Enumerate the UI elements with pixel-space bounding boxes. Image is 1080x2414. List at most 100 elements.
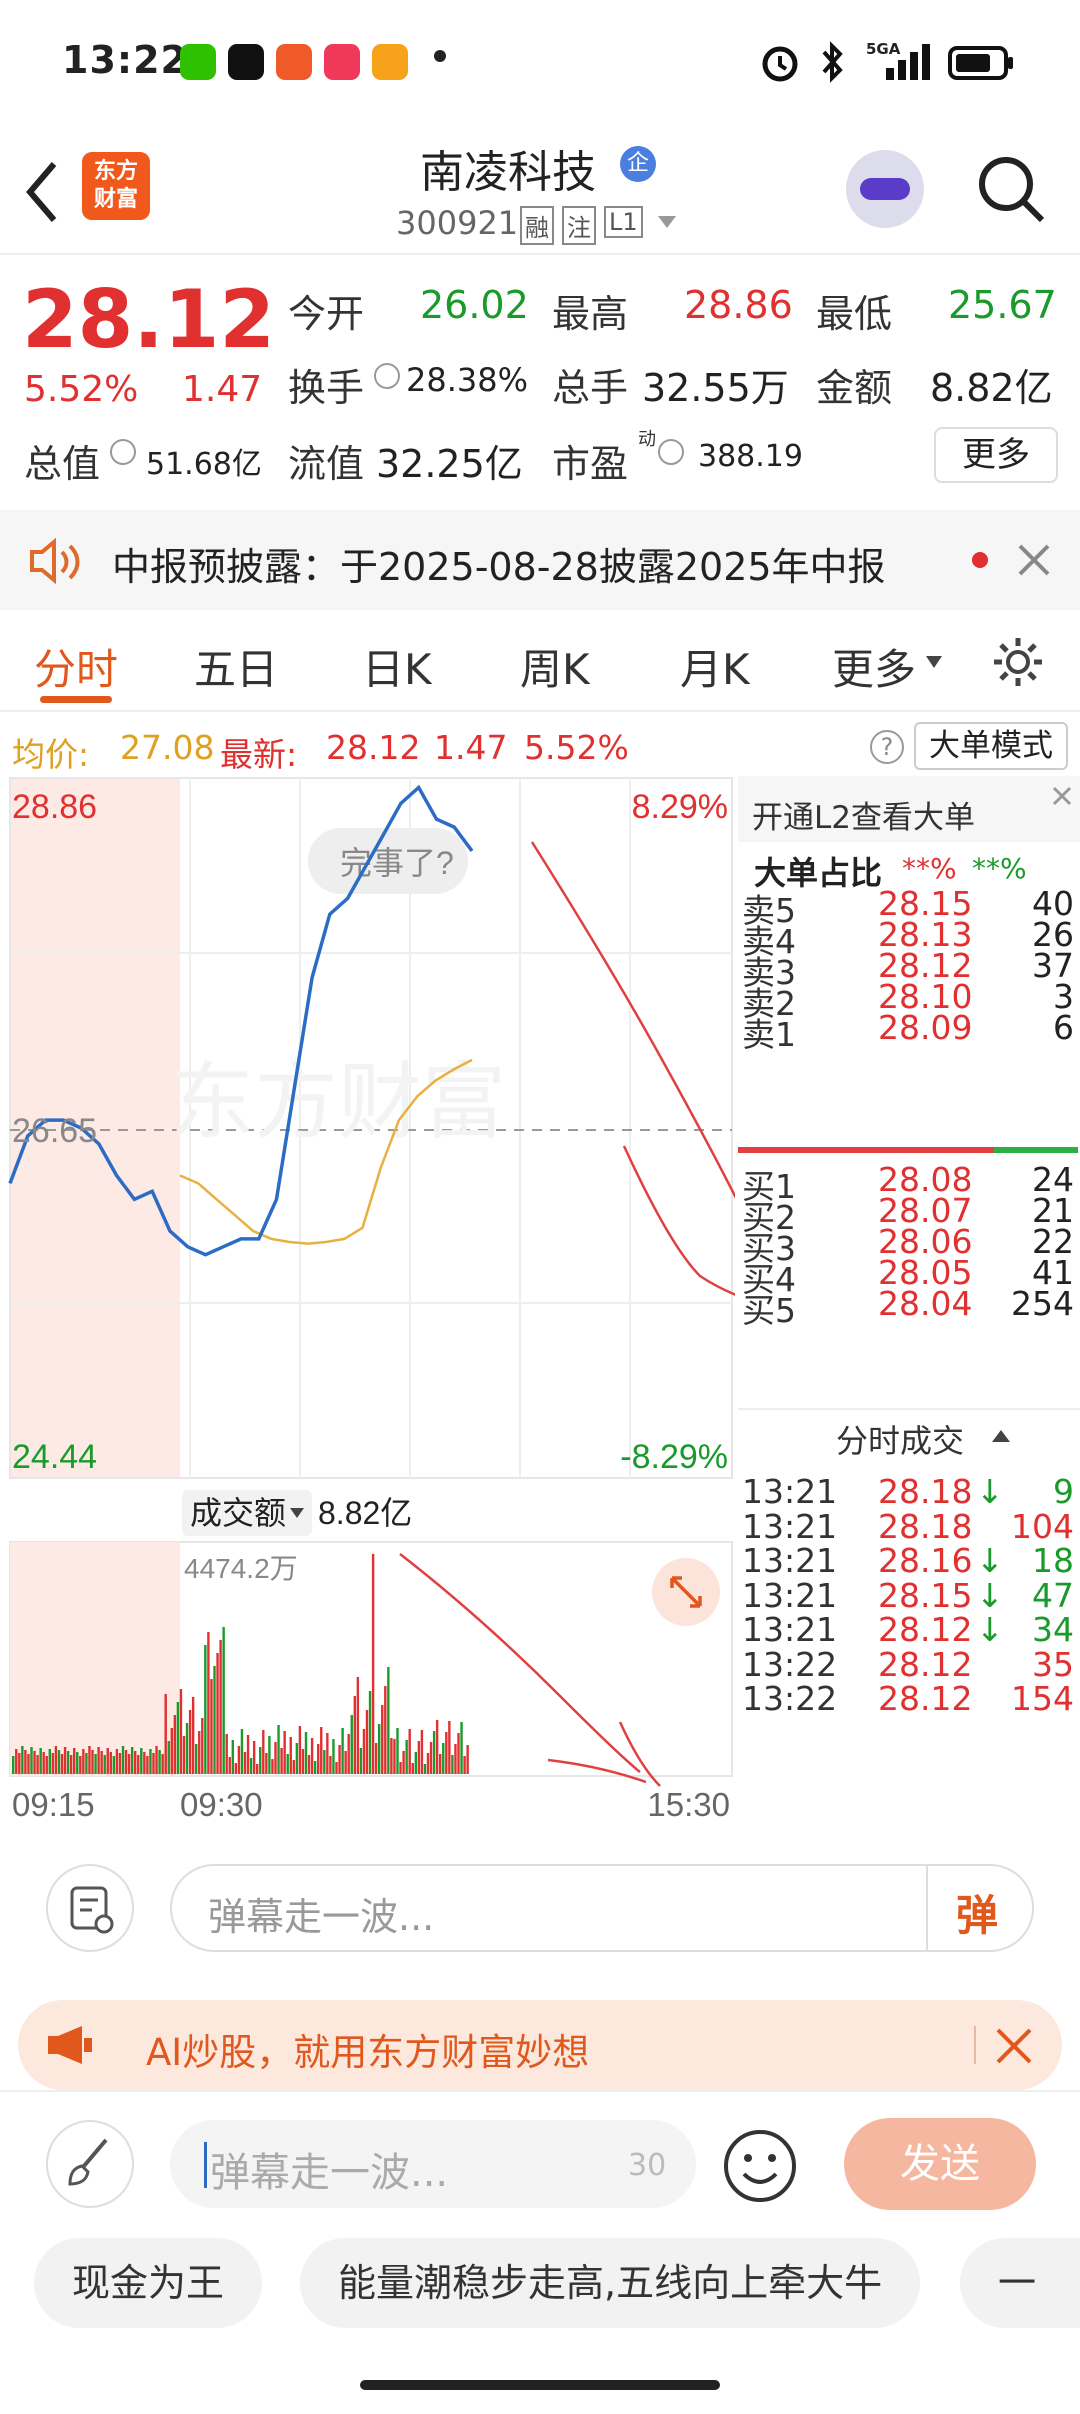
app-logo[interactable]: 东方 财富 — [82, 152, 150, 220]
volume-bar — [39, 1748, 42, 1774]
volume-bar — [301, 1749, 305, 1774]
ai-ad-banner[interactable]: AI炒股，就用东方财富妙想 — [18, 2000, 1062, 2090]
volume-bar — [341, 1728, 344, 1774]
volume-bar — [310, 1738, 314, 1774]
tab-daily-k[interactable]: 日K — [362, 636, 432, 697]
info-icon[interactable] — [658, 439, 684, 465]
comment-input[interactable]: 弹幕走一波... 30 — [170, 2120, 696, 2208]
info-icon[interactable] — [110, 439, 136, 465]
volume-bar — [115, 1749, 119, 1774]
settings-gear-icon[interactable] — [990, 634, 1046, 690]
tab-intraday[interactable]: 分时 — [34, 636, 118, 697]
ask-volume: 6 — [1053, 1008, 1074, 1047]
volume-bar — [130, 1747, 134, 1774]
close-icon[interactable] — [1016, 542, 1052, 578]
volume-bar — [210, 1679, 213, 1774]
volume-bar — [252, 1741, 256, 1774]
volume-bar — [60, 1754, 64, 1774]
quick-phrase-chip[interactable]: 现金为王 — [34, 2238, 263, 2328]
volume-bar — [188, 1710, 192, 1774]
quick-phrase-chip[interactable]: 一朝 — [960, 2238, 1080, 2328]
send-button[interactable]: 发送 — [844, 2118, 1036, 2210]
volume-bar — [457, 1733, 460, 1774]
ask-level: 卖1 — [742, 1015, 796, 1054]
tab-monthly-k[interactable]: 月K — [680, 636, 750, 697]
comment-placeholder: 弹幕走一波... — [210, 2150, 449, 2196]
tab-weekly-k[interactable]: 周K — [520, 636, 590, 697]
chart-svg: 东方财富 完事了? 28.86 8.29% 26.65 24.44 -8.29%… — [8, 777, 735, 1823]
volume-bar — [439, 1754, 442, 1774]
emoji-icon[interactable] — [722, 2128, 798, 2204]
avg-value: 27.08 — [120, 728, 215, 767]
brush-icon[interactable] — [46, 2120, 134, 2208]
level-dropdown-icon[interactable] — [656, 214, 678, 230]
volume-bar — [204, 1645, 207, 1774]
logo-text-1: 东方 — [93, 159, 138, 184]
volume-bar — [451, 1755, 454, 1774]
bid-row[interactable]: 买5 28.04 254 — [738, 1284, 1080, 1330]
trade-volume: 47 — [1032, 1575, 1074, 1615]
volume-bar — [304, 1732, 308, 1774]
turnover-value: 28.38% — [406, 361, 529, 399]
danmu-list-icon[interactable] — [46, 1864, 134, 1952]
high-label: 最高 — [552, 292, 629, 336]
ratio-red: **% — [902, 852, 957, 885]
trade-direction-icon: ↓ — [976, 1575, 1004, 1615]
tag-level[interactable]: L1 — [604, 206, 643, 238]
logo-text-2: 财富 — [93, 187, 138, 212]
open-value: 26.02 — [420, 283, 529, 327]
info-icon[interactable] — [374, 363, 400, 389]
danmu-placeholder: 弹幕走一波... — [208, 1895, 435, 1939]
trade-time: 13:21 — [742, 1506, 838, 1546]
unread-dot — [972, 552, 988, 568]
volume-bar — [378, 1724, 381, 1774]
trade-time: 13:22 — [742, 1679, 838, 1718]
close-icon[interactable] — [1050, 784, 1074, 808]
trade-direction-icon: ↓ — [976, 1610, 1004, 1649]
more-notifications-icon — [434, 50, 446, 62]
tab-more[interactable]: 更多 — [832, 636, 916, 697]
volume-bar — [298, 1726, 302, 1774]
trades-title[interactable]: 分时成交 — [836, 1416, 964, 1462]
intraday-chart[interactable]: 东方财富 完事了? 28.86 8.29% 26.65 24.44 -8.29%… — [0, 776, 735, 1836]
volume-bar — [36, 1755, 39, 1774]
volume-bar — [259, 1747, 262, 1774]
close-icon[interactable] — [994, 2026, 1034, 2066]
volume-bar — [417, 1741, 421, 1774]
help-icon[interactable]: ? — [870, 730, 904, 764]
volume-bar — [134, 1751, 137, 1774]
volume-bar — [213, 1666, 216, 1774]
volume-bar — [63, 1747, 67, 1774]
danmu-input[interactable]: 弹幕走一波... 弹 — [170, 1864, 1034, 1952]
volume-bar — [414, 1752, 417, 1774]
trade-time: 13:21 — [742, 1610, 838, 1649]
tiktok-icon — [228, 44, 264, 80]
quick-phrase-chip[interactable]: 能量潮稳步走高,五线向上牵大牛 — [300, 2238, 921, 2328]
axis-high-pct: 8.29% — [632, 788, 728, 826]
ai-assistant-avatar[interactable] — [846, 150, 924, 228]
more-button[interactable]: 更多 — [934, 427, 1058, 483]
volume-bar — [146, 1756, 149, 1774]
low-label: 最低 — [816, 292, 893, 336]
float-label: 流值 — [288, 442, 365, 486]
danmu-toggle-icon[interactable]: 弹 — [956, 1882, 998, 1943]
tab-five-day[interactable]: 五日 — [194, 636, 278, 697]
chevron-up-icon[interactable] — [990, 1428, 1012, 1444]
volume-bar — [335, 1762, 338, 1774]
big-order-mode-button[interactable]: 大单模式 — [914, 722, 1068, 770]
volume-bar — [143, 1752, 146, 1774]
l2-promo[interactable]: 开通L2查看大单 — [738, 776, 1080, 842]
volume-bar — [381, 1705, 384, 1774]
volume-bar — [167, 1741, 170, 1774]
volume-bar — [69, 1755, 73, 1774]
volume-value: 32.55万 — [642, 366, 789, 410]
ask-row[interactable]: 卖1 28.09 6 — [738, 1008, 1080, 1054]
volume-bar — [274, 1742, 277, 1774]
notice-bar[interactable]: 中报预披露：于2025-08-28披露2025年中报 — [0, 510, 1080, 610]
volume-bar — [158, 1750, 161, 1774]
back-icon[interactable] — [22, 160, 62, 224]
trade-volume: 35 — [1032, 1644, 1074, 1684]
trade-volume: 154 — [1011, 1679, 1074, 1718]
volume-bar — [240, 1729, 244, 1774]
search-icon[interactable] — [976, 154, 1048, 226]
